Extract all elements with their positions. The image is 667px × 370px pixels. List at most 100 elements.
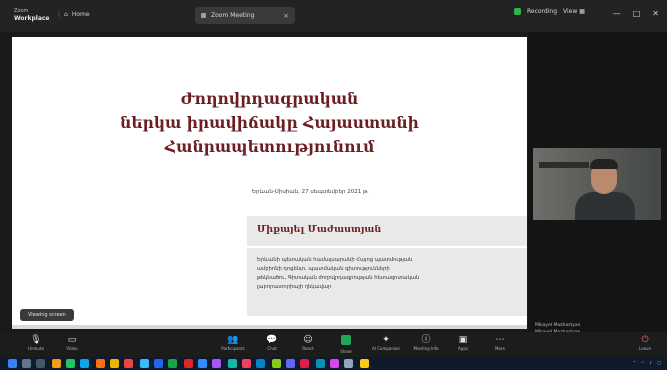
slide-title-line: ներկա իրավիճակը Հայաստանի	[120, 113, 419, 132]
participants-button[interactable]: 👥 Participants	[213, 334, 253, 352]
camera-icon: ▭	[67, 335, 77, 345]
word-icon[interactable]	[154, 359, 163, 368]
more-icon: ⋯	[495, 335, 505, 345]
view-label: View	[563, 8, 578, 15]
participant-video-tile[interactable]	[533, 148, 661, 220]
powerpoint-icon[interactable]	[184, 359, 193, 368]
viewing-screen-chip[interactable]: Viewing screen	[20, 309, 74, 321]
app-icon[interactable]	[344, 359, 353, 368]
app-icon[interactable]	[360, 359, 369, 368]
leave-button[interactable]: ⏻ Leave	[634, 334, 656, 352]
app-icon[interactable]	[242, 359, 251, 368]
app-icon[interactable]	[300, 359, 309, 368]
chat-icon: 💬	[266, 335, 278, 345]
edge-icon[interactable]	[80, 359, 89, 368]
participants-label: Participants	[221, 346, 245, 351]
file-explorer-icon[interactable]	[52, 359, 61, 368]
start-icon[interactable]	[8, 359, 17, 368]
slide-place-date: Երևան-Սիսիան, 27 սեպտեմբեր 2021 թ.	[252, 189, 369, 195]
bio-line: լաբորատորիայի ղեկավար	[257, 284, 332, 290]
chevron-up-icon[interactable]: ⌃	[633, 360, 636, 365]
app-icon[interactable]	[286, 359, 295, 368]
unmute-button[interactable]: 🎙 Unmute	[16, 334, 56, 352]
excel-icon[interactable]	[168, 359, 177, 368]
window-controls: — □ ✕	[613, 9, 659, 18]
bio-line: ամբիոնի դոցենտ, պատմական գիտությունների	[257, 266, 390, 272]
viewing-chip-label: Viewing screen	[28, 312, 66, 318]
more-label: More	[495, 346, 505, 351]
share-button[interactable]: Share	[326, 334, 366, 355]
app-icon[interactable]	[110, 359, 119, 368]
more-button[interactable]: ⋯ More	[480, 334, 520, 352]
ai-companion-label: AI Companion	[372, 346, 400, 351]
app-icon[interactable]	[316, 359, 325, 368]
app-logo: Zoom Workplace	[14, 8, 50, 22]
app-icon[interactable]	[212, 359, 221, 368]
app-icon[interactable]	[96, 359, 105, 368]
status-area: Recording View ▦	[514, 8, 585, 15]
react-icon: ☺	[303, 335, 313, 345]
meeting-tab-label: Zoom Meeting	[211, 12, 255, 19]
video-button[interactable]: ▭ Video	[52, 334, 92, 352]
bio-line: Երևանի պետական համալսարանի Հայոց պատմութ…	[257, 257, 413, 263]
app-icon[interactable]	[124, 359, 133, 368]
zoom-icon[interactable]	[198, 359, 207, 368]
participant-name-line: Mikayel Mazhastyan	[535, 323, 581, 328]
app-icon[interactable]	[330, 359, 339, 368]
task-view-icon[interactable]	[36, 359, 45, 368]
app-icon[interactable]	[140, 359, 149, 368]
minimize-icon[interactable]: —	[613, 9, 621, 18]
meeting-info-button[interactable]: ⓘ Meeting Info	[406, 334, 446, 352]
shield-icon	[514, 8, 521, 15]
close-icon[interactable]: ×	[283, 12, 289, 20]
info-icon: ⓘ	[421, 335, 431, 345]
app-name-line2: Workplace	[14, 15, 50, 22]
chat-button[interactable]: 💬 Chat	[252, 334, 292, 352]
bio-line: թեկնածու, Գիտական ժողովրդագրության հետազ…	[257, 275, 420, 281]
meeting-info-label: Meeting Info	[413, 346, 439, 351]
leave-label: Leave	[639, 346, 651, 351]
search-icon[interactable]	[22, 359, 31, 368]
apps-button[interactable]: ▣ Apps	[443, 334, 483, 352]
apps-icon: ▣	[458, 335, 468, 345]
home-icon: ⌂	[64, 11, 68, 18]
chat-label: Chat	[267, 346, 277, 351]
os-taskbar: ⌃ ◠ ♪ ▢	[0, 357, 667, 370]
presenter-box: Միքայել Մաժաստյան	[247, 216, 527, 246]
share-label: Share	[340, 349, 352, 354]
app-icon[interactable]	[228, 359, 237, 368]
react-label: React	[302, 346, 314, 351]
participants-icon: 👥	[227, 335, 239, 345]
presenter-name: Միքայել Մաժաստյան	[257, 224, 382, 235]
leave-icon: ⏻	[641, 335, 649, 345]
ai-companion-button[interactable]: ✦ AI Companion	[366, 334, 406, 352]
participant-hair	[590, 159, 618, 169]
app-icon[interactable]	[272, 359, 281, 368]
app-icon[interactable]	[256, 359, 265, 368]
home-tab-label: Home	[71, 11, 90, 18]
volume-icon[interactable]: ♪	[650, 360, 653, 365]
app-name-line1: Zoom	[14, 8, 29, 14]
status-label: Recording	[527, 8, 558, 15]
react-button[interactable]: ☺ React	[288, 334, 328, 352]
system-tray: ⌃ ◠ ♪ ▢	[633, 360, 661, 365]
meeting-tab[interactable]: Zoom Meeting ×	[195, 7, 295, 24]
chrome-icon[interactable]	[66, 359, 75, 368]
share-icon	[326, 334, 366, 349]
shared-slide: Ժողովրդագրական ներկա իրավիճակը Հայաստանի…	[12, 37, 527, 325]
slide-bottom-edge	[12, 325, 527, 329]
slide-title: Ժողովրդագրական ներկա իրավիճակը Հայաստանի…	[12, 87, 527, 159]
participant-shirt	[575, 192, 635, 220]
view-button[interactable]: View ▦	[563, 8, 585, 15]
microphone-icon: 🎙	[30, 335, 42, 345]
close-window-icon[interactable]: ✕	[652, 9, 659, 18]
wifi-icon[interactable]: ◠	[641, 360, 645, 365]
maximize-icon[interactable]: □	[633, 9, 641, 18]
home-tab[interactable]: | ⌂ Home	[58, 11, 90, 18]
video-shelf	[539, 162, 589, 168]
video-icon	[201, 13, 206, 18]
slide-title-line: Հանրապետությունում	[164, 137, 375, 156]
notification-icon[interactable]: ▢	[657, 360, 661, 365]
grid-icon: ▦	[579, 8, 585, 15]
meeting-toolbar: 🎙 Unmute ▭ Video 👥 Participants 💬 Chat ☺…	[0, 332, 667, 357]
